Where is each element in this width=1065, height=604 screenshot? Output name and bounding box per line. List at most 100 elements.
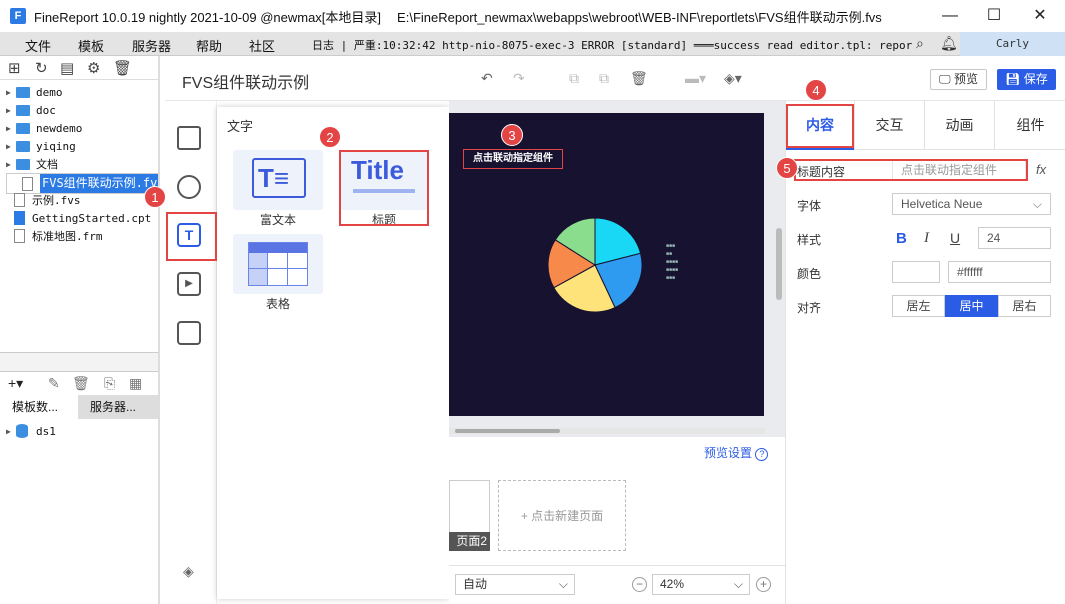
layers-icon[interactable]: ◈ [183,563,194,580]
color-hex-input[interactable]: #ffffff [948,261,1051,283]
align-label: 对齐 [797,301,822,315]
menu-template[interactable]: 模板 [78,36,104,55]
log-message[interactable]: 日志 | 严重:10:32:42 http-nio-8075-exec-3 ER… [312,37,912,53]
zoom-select[interactable]: 42% ⌵ [652,574,750,595]
tree-item[interactable]: ▶ newdemo [6,119,82,137]
tab-animation[interactable]: 动画 [924,101,994,150]
tab-component[interactable]: 组件 [994,101,1065,150]
cpt-file-icon [14,211,25,225]
user-name[interactable]: Carly [960,32,1065,56]
window-title: FineReport 10.0.19 nightly 2021-10-09 @n… [34,9,382,25]
tree-item[interactable]: 示例.fvs [6,191,81,209]
italic-toggle[interactable]: I [924,230,929,247]
zoom-out-icon[interactable]: − [632,577,647,592]
tab-template-datasets[interactable]: 模板数... [0,395,78,419]
color-swatch[interactable] [892,261,940,283]
font-select[interactable]: Helvetica Neue ⌵ [892,193,1051,215]
search-icon[interactable]: ⌕ [916,35,924,52]
tab-interaction[interactable]: 交互 [854,101,924,150]
component-category-bar: T ▶ ◈ [160,101,217,604]
delete-icon[interactable]: 🗑︎ [113,59,132,77]
inbox-icon[interactable] [177,321,201,345]
copy-icon[interactable]: ⧉ [569,70,579,87]
undo-icon[interactable]: ↶ [481,70,493,87]
menu-server[interactable]: 服务器 [132,36,171,55]
cube-icon[interactable] [177,126,201,150]
minimize-button[interactable]: — [927,0,973,32]
media-icon[interactable]: ▶ [177,272,201,296]
dashboard-canvas[interactable]: 点击联动指定组件 ■■■ ■■ ■■■■ ■■■■ ■■■ [449,113,764,416]
menu-help[interactable]: 帮助 [196,36,222,55]
add-dataset-icon[interactable]: +▾ [8,375,23,392]
help-icon: ? [755,448,769,461]
rich-text-component[interactable]: T≡ [233,150,323,210]
align-icon[interactable]: ▬▾ [685,70,706,87]
align-center-button[interactable]: 居中 [945,295,998,317]
pie-chart[interactable] [547,217,643,313]
bell-icon[interactable]: 🔔︎ [940,35,958,52]
open-icon[interactable]: ▤ [60,59,74,77]
bold-toggle[interactable]: B [896,230,907,247]
step-badge: 5 [776,157,798,179]
canvas-status-bar: 自动 ⌵ − 42% ⌵ + [449,565,785,604]
refresh-icon[interactable]: ↻ [35,59,48,77]
layout-mode-select[interactable]: 自动 ⌵ [455,574,575,595]
menu-bar: 文件 模板 服务器 帮助 社区 日志 | 严重:10:32:42 http-ni… [0,32,1065,56]
chevron-down-icon: ⌵ [733,577,743,591]
save-icon: 💾︎ [1005,72,1024,86]
zoom-in-icon[interactable]: + [756,577,771,592]
highlight-text-category [166,212,217,261]
vertical-scroll-thumb[interactable] [776,228,782,300]
maximize-button[interactable]: ☐ [971,0,1017,32]
tab-server-datasets[interactable]: 服务器... [80,395,160,419]
legend-item: ■■ [666,251,673,257]
menu-community[interactable]: 社区 [249,36,275,55]
file-icon [22,176,33,191]
legend-item: ■■■■ [666,267,679,273]
preview-settings-link[interactable]: 预览设置 ? [704,444,769,461]
align-left-button[interactable]: 居左 [892,295,945,317]
chart-icon[interactable] [177,175,201,199]
folder-icon [16,122,30,134]
tree-item[interactable]: ▶ yiqing [6,137,76,155]
database-icon [16,424,28,438]
close-button[interactable]: ✕ [1017,0,1063,32]
dataset-item[interactable]: ▶ ds1 [6,422,56,440]
tree-item[interactable]: GettingStarted.cpt [6,209,151,227]
legend-item: ■■■■ [666,259,679,265]
save-button[interactable]: 💾︎ 保存 [997,69,1056,90]
tree-item[interactable]: ▶ demo [6,83,63,101]
panel-splitter[interactable] [0,352,160,372]
tree-item[interactable]: 标准地图.frm [6,227,103,245]
formula-icon[interactable]: fx [1036,162,1046,177]
underline-toggle[interactable]: U [950,230,960,246]
settings-icon[interactable]: ⚙ [87,59,100,77]
paste-icon[interactable]: ⧉ [599,70,609,87]
font-size-input[interactable]: 24 [978,227,1051,249]
step-badge: 2 [319,126,341,148]
folder-icon [16,86,30,98]
layer-icon[interactable]: ◈▾ [724,70,742,87]
highlight-content-tab [786,104,854,148]
tree-item[interactable]: ▶ doc [6,101,56,119]
horizontal-scroll-thumb[interactable] [455,429,560,433]
align-right-button[interactable]: 居右 [998,295,1051,317]
folder-icon [16,158,30,170]
canvas-title-component[interactable]: 点击联动指定组件 [463,149,563,169]
delete-icon[interactable]: 🗑︎ [630,70,648,87]
new-folder-icon[interactable]: ⊞ [8,59,21,77]
rich-text-icon: T≡ [252,158,306,198]
tree-item[interactable]: ▶ 文档 [6,155,58,173]
delete-icon[interactable]: 🗑︎ [72,375,90,392]
preview-button[interactable]: 🖵︎ 预览 [930,69,987,90]
connection-icon[interactable]: ▦ [129,375,142,392]
edit-icon[interactable]: ✎ [48,375,60,392]
preview-dataset-icon[interactable]: ⎘ [104,375,115,392]
font-label: 字体 [797,199,822,213]
table-component[interactable] [233,234,323,294]
file-icon [14,193,25,207]
folder-icon [16,140,30,152]
redo-icon[interactable]: ↷ [513,70,525,87]
menu-file[interactable]: 文件 [25,36,51,55]
new-page-button[interactable]: + 点击新建页面 [498,480,626,551]
